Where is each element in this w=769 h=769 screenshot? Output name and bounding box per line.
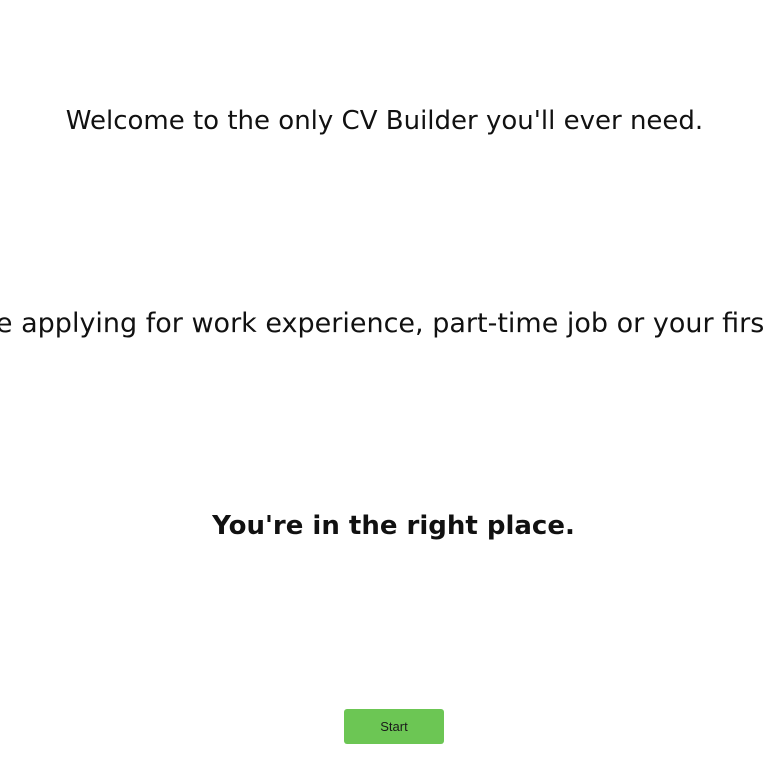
welcome-page: Welcome to the only CV Builder you'll ev… xyxy=(0,0,769,769)
applying-text: 're applying for work experience, part-t… xyxy=(0,307,764,341)
applying-text-content: 're applying for work experience, part-t… xyxy=(0,308,765,339)
welcome-headline: Welcome to the only CV Builder you'll ev… xyxy=(65,106,704,136)
start-button[interactable]: Start xyxy=(344,709,444,744)
right-place-text: You're in the right place. xyxy=(212,511,575,541)
